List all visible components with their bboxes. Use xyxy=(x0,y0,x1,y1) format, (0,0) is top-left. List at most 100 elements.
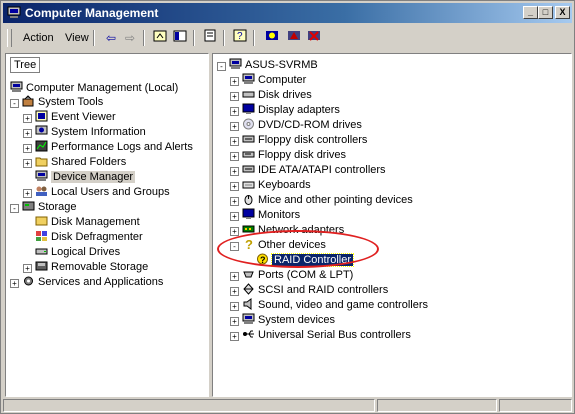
folder-icon xyxy=(35,157,48,167)
device-category-keyboards[interactable]: Keyboards xyxy=(242,178,311,193)
device-category-computer[interactable]: Computer xyxy=(242,73,306,88)
tree-item-label: Event Viewer xyxy=(51,111,116,123)
toolbar-separator xyxy=(193,30,195,46)
menu-view[interactable]: View xyxy=(65,32,89,44)
disk-management-icon xyxy=(35,216,48,226)
tree-item-label: Disk Defragmenter xyxy=(51,231,143,243)
drive-icon xyxy=(35,248,48,255)
expand-toggle[interactable]: + xyxy=(23,264,32,273)
expand-toggle[interactable]: + xyxy=(230,77,239,86)
device-root-label: ASUS-SVRMB xyxy=(245,59,318,71)
properties-icon[interactable] xyxy=(201,29,219,47)
storage-icon xyxy=(22,201,35,211)
tree-item-computer-management[interactable]: Computer Management (Local) xyxy=(10,81,178,96)
expand-toggle[interactable]: + xyxy=(23,114,32,123)
device-category-ports[interactable]: Ports (COM & LPT) xyxy=(242,268,353,283)
expand-toggle[interactable]: + xyxy=(230,287,239,296)
collapse-toggle[interactable]: - xyxy=(10,204,19,213)
tree-item-logical-drives[interactable]: Logical Drives xyxy=(35,245,120,260)
device-category-system[interactable]: System devices xyxy=(242,313,335,328)
menu-action[interactable]: Action xyxy=(23,32,54,44)
tree-item-system-information[interactable]: System Information xyxy=(35,125,146,140)
display-icon xyxy=(242,103,255,114)
tree-item-removable-storage[interactable]: Removable Storage xyxy=(35,260,148,275)
device-category-disk-drives[interactable]: Disk drives xyxy=(242,88,312,103)
minimize-button[interactable]: _ xyxy=(523,6,538,19)
expand-toggle[interactable]: + xyxy=(230,152,239,161)
toolbar-grip[interactable] xyxy=(7,29,12,47)
expand-toggle[interactable]: + xyxy=(10,279,19,288)
tree-item-system-tools[interactable]: System Tools xyxy=(22,95,103,110)
device-category-usb[interactable]: Universal Serial Bus controllers xyxy=(242,328,411,343)
expand-toggle[interactable]: + xyxy=(23,144,32,153)
expand-toggle[interactable]: + xyxy=(230,317,239,326)
device-root[interactable]: ASUS-SVRMB xyxy=(229,58,318,73)
tree-item-services-applications[interactable]: Services and Applications xyxy=(22,275,163,290)
device-category-label: Monitors xyxy=(258,209,301,221)
controller-icon xyxy=(242,165,255,173)
expand-toggle[interactable]: + xyxy=(230,272,239,281)
tree-item-storage[interactable]: Storage xyxy=(22,200,77,215)
collapse-toggle[interactable]: - xyxy=(217,62,226,71)
device-category-scsi[interactable]: SCSI and RAID controllers xyxy=(242,283,388,298)
tree-item-event-viewer[interactable]: Event Viewer xyxy=(35,110,116,125)
expand-toggle[interactable]: + xyxy=(230,137,239,146)
computer-management-icon xyxy=(10,81,23,92)
tree-item-label: Storage xyxy=(38,201,77,213)
forward-icon[interactable]: ⇨ xyxy=(121,29,139,47)
collapse-toggle[interactable]: - xyxy=(10,99,19,108)
maximize-button[interactable]: □ xyxy=(538,6,553,19)
computer-management-window: Computer Management _ □ X Action View ⇦ … xyxy=(0,0,575,414)
dvd-icon xyxy=(243,118,254,130)
expand-toggle[interactable]: + xyxy=(230,302,239,311)
device-category-monitors[interactable]: Monitors xyxy=(242,208,300,223)
device-category-label: System devices xyxy=(258,314,336,326)
tree-item-disk-defragmenter[interactable]: Disk Defragmenter xyxy=(35,230,143,245)
tree-item-performance-logs[interactable]: Performance Logs and Alerts xyxy=(35,140,193,155)
expand-toggle[interactable]: + xyxy=(230,167,239,176)
expand-toggle[interactable]: + xyxy=(230,197,239,206)
close-button[interactable]: X xyxy=(555,6,570,19)
device-category-ide[interactable]: IDE ATA/ATAPI controllers xyxy=(242,163,386,178)
device-raid-controller[interactable]: ? RAID Controller xyxy=(256,253,355,268)
device-list-pane[interactable]: - ASUS-SVRMB + Computer + Disk drives + … xyxy=(212,53,572,397)
expand-toggle[interactable]: + xyxy=(230,332,239,341)
uninstall-icon[interactable] xyxy=(305,29,323,47)
expand-toggle[interactable]: + xyxy=(230,212,239,221)
device-category-display-adapters[interactable]: Display adapters xyxy=(242,103,340,118)
device-category-dvd[interactable]: DVD/CD-ROM drives xyxy=(242,118,362,133)
device-category-network[interactable]: Network adapters xyxy=(242,223,344,238)
device-category-mice[interactable]: Mice and other pointing devices xyxy=(242,193,413,208)
expand-toggle[interactable]: + xyxy=(230,182,239,191)
tree-tab[interactable]: Tree xyxy=(10,57,40,73)
device-category-other-devices[interactable]: ? Other devices xyxy=(242,238,326,253)
expand-toggle[interactable]: + xyxy=(230,92,239,101)
device-category-floppy-drives[interactable]: Floppy disk drives xyxy=(242,148,346,163)
update-driver-icon[interactable] xyxy=(285,29,303,47)
device-category-label: Mice and other pointing devices xyxy=(258,194,413,206)
monitor-icon xyxy=(242,208,255,219)
expand-toggle[interactable]: + xyxy=(230,122,239,131)
collapse-toggle[interactable]: - xyxy=(230,242,239,251)
services-icon xyxy=(24,276,33,286)
tree-item-device-manager[interactable]: Device Manager xyxy=(35,170,136,185)
device-category-label: Other devices xyxy=(258,239,326,251)
device-category-sound[interactable]: Sound, video and game controllers xyxy=(242,298,428,313)
tree-item-disk-management[interactable]: Disk Management xyxy=(35,215,140,230)
help-icon[interactable]: ? xyxy=(231,29,249,47)
back-icon[interactable]: ⇦ xyxy=(102,29,120,47)
expand-toggle[interactable]: + xyxy=(23,159,32,168)
up-level-icon[interactable] xyxy=(151,29,169,47)
expand-toggle[interactable]: + xyxy=(230,227,239,236)
scan-hardware-icon[interactable] xyxy=(263,29,281,47)
mouse-icon xyxy=(244,195,253,205)
title-bar[interactable]: Computer Management _ □ X xyxy=(3,3,572,23)
tree-pane[interactable]: Tree Computer Management (Local) - Syste… xyxy=(5,53,209,397)
expand-toggle[interactable]: + xyxy=(23,189,32,198)
show-hide-tree-icon[interactable] xyxy=(171,29,189,47)
tree-item-shared-folders[interactable]: Shared Folders xyxy=(35,155,126,170)
expand-toggle[interactable]: + xyxy=(230,107,239,116)
device-category-floppy-controllers[interactable]: Floppy disk controllers xyxy=(242,133,367,148)
tree-item-local-users[interactable]: Local Users and Groups xyxy=(35,185,170,200)
expand-toggle[interactable]: + xyxy=(23,129,32,138)
